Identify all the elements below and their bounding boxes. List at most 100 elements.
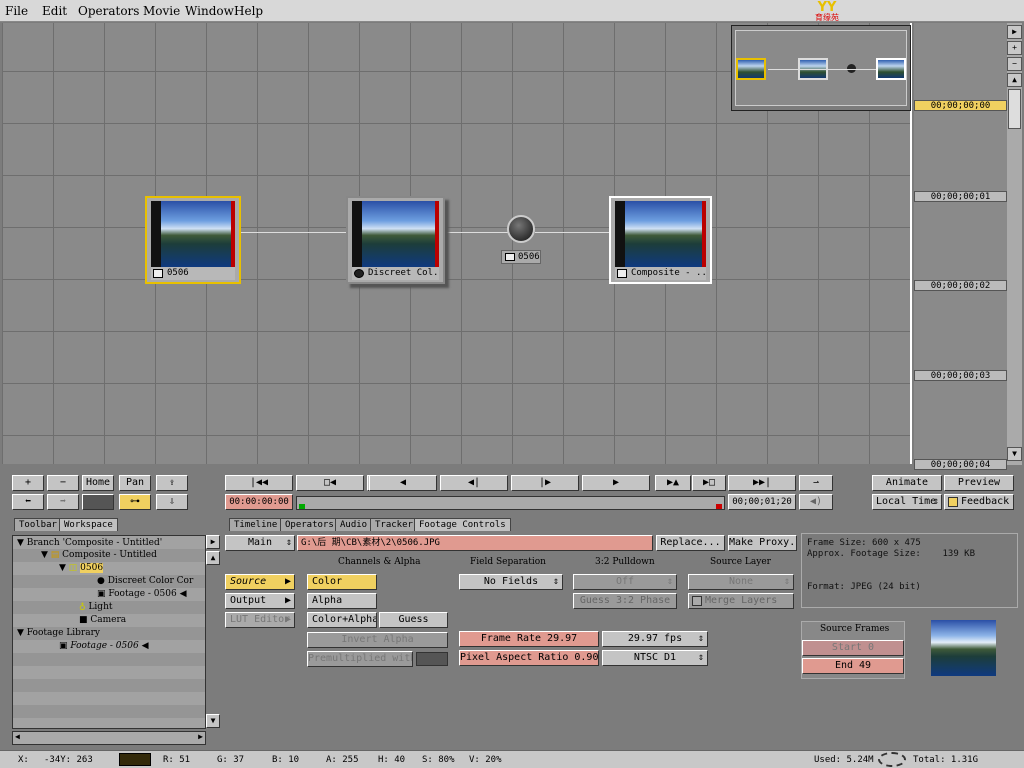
zoom-in-button[interactable]: + [12, 475, 44, 491]
scroll-down-icon[interactable]: ▼ [206, 714, 220, 728]
menu-movie[interactable]: Movie [143, 4, 180, 18]
end-frame-field[interactable]: End 49 [802, 658, 904, 674]
time-slider[interactable] [296, 496, 725, 510]
output-button[interactable]: Output ▶ [225, 593, 295, 609]
source-layer-select[interactable]: None ⇕ [688, 574, 794, 590]
menu-operators[interactable]: Operators [78, 4, 139, 18]
next-frame-key-button[interactable]: ▶□ [692, 475, 726, 491]
checkbox-checked-icon[interactable] [948, 497, 958, 507]
tab-footage-controls[interactable]: Footage Controls [414, 518, 511, 531]
menu-file[interactable]: File [5, 4, 28, 18]
replace-button[interactable]: Replace... [656, 535, 725, 551]
home-button[interactable]: Home [82, 475, 114, 491]
time-mark[interactable]: 00;00;00;01 [914, 191, 1007, 202]
tree-item-layer[interactable]: ▼ ◫ 0506 [59, 563, 104, 573]
color-option[interactable]: Color [307, 574, 377, 590]
navigator-view[interactable] [735, 30, 907, 106]
tree-item-footage[interactable]: ▣ Footage - 0506 ◀ [97, 589, 187, 599]
zoom-out-icon[interactable]: − [1007, 57, 1022, 71]
tree-item-composite[interactable]: ▼ ▤ Composite - Untitled [41, 550, 157, 560]
tab-operators[interactable]: Operators [280, 518, 339, 531]
play-back-button[interactable]: ◀ [369, 475, 437, 491]
node-footage[interactable]: 0506 [145, 196, 241, 284]
end-time-field[interactable]: 00;00;01;20 [728, 494, 796, 510]
merge-layers-toggle[interactable]: Merge Layers [688, 593, 794, 609]
pan-button[interactable]: Pan [119, 475, 151, 491]
tree-hscrollbar[interactable]: ◀ ▶ [12, 731, 206, 745]
expand-icon[interactable]: ▼ [17, 538, 27, 548]
expand-icon[interactable]: ▼ [41, 550, 51, 560]
local-time-select[interactable]: Local Time ⇕ [872, 494, 942, 510]
menu-help[interactable]: Help [234, 4, 263, 18]
ntsc-select[interactable]: NTSC D1 ⇕ [602, 650, 708, 666]
scroll-up-icon[interactable]: ▲ [206, 551, 220, 565]
scroll-left-icon[interactable]: ◀ [15, 732, 20, 741]
node-composite[interactable]: Composite - ... [609, 196, 712, 284]
time-mark[interactable]: 00;00;00;00 [914, 100, 1007, 111]
scroll-down-icon[interactable]: ▼ [1007, 447, 1022, 461]
lut-editor-button[interactable]: LUT Editor ▶ [225, 612, 295, 628]
feedback-toggle[interactable]: Feedback [944, 494, 1014, 510]
tab-tracker[interactable]: Tracker [370, 518, 418, 531]
go-end-button[interactable]: ▶▶| [728, 475, 796, 491]
zoom-in-icon[interactable]: + [1007, 41, 1022, 55]
scroll-up-icon[interactable]: ▲ [1007, 73, 1022, 87]
footage-path-field[interactable]: G:\后 期\CB\素材\2\0506.JPG [297, 535, 653, 551]
play-arrow-icon[interactable]: ▶ [1007, 25, 1022, 39]
time-mark[interactable]: 00;00;00;03 [914, 370, 1007, 381]
time-mark[interactable]: 00;00;00;02 [914, 280, 1007, 291]
fps-select[interactable]: 29.97 fps ⇕ [602, 631, 708, 647]
menu-edit[interactable]: Edit [42, 4, 67, 18]
prev-key-button[interactable]: □◀ [296, 475, 364, 491]
invert-alpha-toggle[interactable]: Invert Alpha [307, 632, 448, 648]
expand-icon[interactable]: ▼ [17, 628, 27, 638]
tree-item-discreet-color[interactable]: ● Discreet Color Cor [97, 576, 193, 586]
animate-button[interactable]: Animate [872, 475, 942, 491]
source-button[interactable]: Source ▶ [225, 574, 295, 590]
tree-item-light[interactable]: ♁ Light [79, 602, 112, 612]
import-button[interactable]: ⇩ [156, 494, 188, 510]
expand-icon[interactable]: ▼ [59, 563, 69, 573]
node-graph-icon[interactable]: ⊶ [119, 494, 151, 510]
scrollbar-thumb[interactable] [1008, 89, 1021, 129]
in-point-marker[interactable] [299, 504, 305, 509]
tab-audio[interactable]: Audio [335, 518, 373, 531]
tree-item-library-footage[interactable]: ▣ Footage - 0506 ◀ [59, 641, 149, 651]
tab-toolbar[interactable]: Toolbar [14, 518, 62, 531]
alpha-option[interactable]: Alpha [307, 593, 377, 609]
expand-panel-icon[interactable]: ▶ [206, 535, 220, 549]
scroll-right-icon[interactable]: ▶ [198, 732, 203, 741]
tab-timeline[interactable]: Timeline [229, 518, 283, 531]
zoom-out-button[interactable]: − [47, 475, 79, 491]
project-tree[interactable]: ▼ Branch 'Composite - Untitled' ▼ ▤ Comp… [12, 535, 206, 729]
start-frame-field[interactable]: Start 0 [802, 640, 904, 656]
time-mark[interactable]: 00;00;00;04 [914, 459, 1007, 470]
current-time-field[interactable]: 00:00:00:00 [225, 494, 293, 510]
next-key-button[interactable]: ▶▲ [655, 475, 691, 491]
menu-window[interactable]: Window [185, 4, 234, 18]
step-back-button[interactable]: ◀| [440, 475, 508, 491]
forward-arrow-icon[interactable]: ➡ [47, 494, 79, 510]
preview-button[interactable]: Preview [944, 475, 1014, 491]
timeline-scrollbar[interactable]: ▶ + − ▲ ▼ [1007, 23, 1022, 465]
make-proxy-button[interactable]: Make Proxy... [728, 535, 797, 551]
export-button[interactable]: ⇪ [156, 475, 188, 491]
field-separation-select[interactable]: No Fields ⇕ [459, 574, 563, 590]
color-alpha-option[interactable]: Color+Alpha [307, 612, 377, 628]
pixel-aspect-field[interactable]: Pixel Aspect Ratio 0.90 [459, 650, 599, 666]
speaker-icon[interactable]: ◀) [799, 494, 833, 510]
color-swatch-button[interactable] [82, 494, 114, 510]
loop-button[interactable]: ⇀ [799, 475, 833, 491]
guess-phase-button[interactable]: Guess 3:2 Phase [573, 593, 677, 609]
go-start-button[interactable]: |◀◀ [225, 475, 293, 491]
main-select[interactable]: Main ⇕ [225, 535, 295, 551]
pulldown-select[interactable]: Off ⇕ [573, 574, 677, 590]
play-button[interactable]: ▶ [582, 475, 650, 491]
tree-item-footage-library[interactable]: ▼ Footage Library [17, 628, 100, 638]
step-forward-button[interactable]: |▶ [511, 475, 579, 491]
timeline-ruler[interactable]: 00;00;00;00 00;00;00;01 00;00;00;02 00;0… [914, 23, 1007, 470]
out-point-marker[interactable] [716, 504, 722, 509]
checkbox-icon[interactable] [692, 596, 702, 606]
tree-item-branch[interactable]: ▼ Branch 'Composite - Untitled' [17, 538, 162, 548]
tree-item-camera[interactable]: ■ Camera [79, 615, 126, 625]
